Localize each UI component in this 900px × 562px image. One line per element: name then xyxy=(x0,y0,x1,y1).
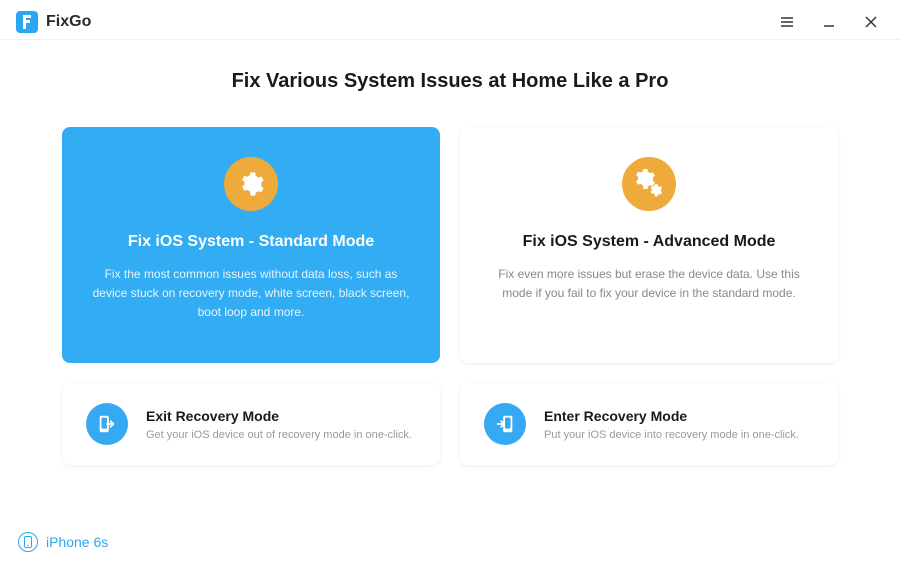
enter-recovery-card[interactable]: Enter Recovery Mode Put your iOS device … xyxy=(460,383,838,465)
close-button[interactable] xyxy=(862,13,880,31)
app-logo-icon xyxy=(16,11,38,33)
device-status: iPhone 6s xyxy=(18,532,108,552)
menu-button[interactable] xyxy=(778,13,796,31)
minimize-button[interactable] xyxy=(820,13,838,31)
advanced-mode-description: Fix even more issues but erase the devic… xyxy=(488,265,810,303)
exit-recovery-text: Exit Recovery Mode Get your iOS device o… xyxy=(146,408,412,441)
main-content: Fix Various System Issues at Home Like a… xyxy=(0,40,900,465)
enter-recovery-title: Enter Recovery Mode xyxy=(544,408,799,424)
window-controls xyxy=(778,13,880,31)
enter-recovery-text: Enter Recovery Mode Put your iOS device … xyxy=(544,408,799,441)
standard-mode-description: Fix the most common issues without data … xyxy=(90,265,412,323)
gear-icon xyxy=(224,157,278,211)
standard-mode-title: Fix iOS System - Standard Mode xyxy=(90,233,412,251)
brand: FixGo xyxy=(16,11,91,33)
gears-icon xyxy=(622,157,676,211)
exit-recovery-description: Get your iOS device out of recovery mode… xyxy=(146,429,412,441)
advanced-mode-card[interactable]: Fix iOS System - Advanced Mode Fix even … xyxy=(460,127,838,363)
enter-recovery-description: Put your iOS device into recovery mode i… xyxy=(544,429,799,441)
app-name: FixGo xyxy=(46,13,91,31)
exit-icon xyxy=(86,403,128,445)
advanced-mode-title: Fix iOS System - Advanced Mode xyxy=(488,233,810,251)
phone-icon xyxy=(18,532,38,552)
device-name: iPhone 6s xyxy=(46,534,108,550)
mode-cards: Fix iOS System - Standard Mode Fix the m… xyxy=(62,127,838,363)
recovery-cards: Exit Recovery Mode Get your iOS device o… xyxy=(62,383,838,465)
titlebar: FixGo xyxy=(0,0,900,40)
exit-recovery-card[interactable]: Exit Recovery Mode Get your iOS device o… xyxy=(62,383,440,465)
enter-icon xyxy=(484,403,526,445)
exit-recovery-title: Exit Recovery Mode xyxy=(146,408,412,424)
page-title: Fix Various System Issues at Home Like a… xyxy=(62,70,838,93)
standard-mode-card[interactable]: Fix iOS System - Standard Mode Fix the m… xyxy=(62,127,440,363)
